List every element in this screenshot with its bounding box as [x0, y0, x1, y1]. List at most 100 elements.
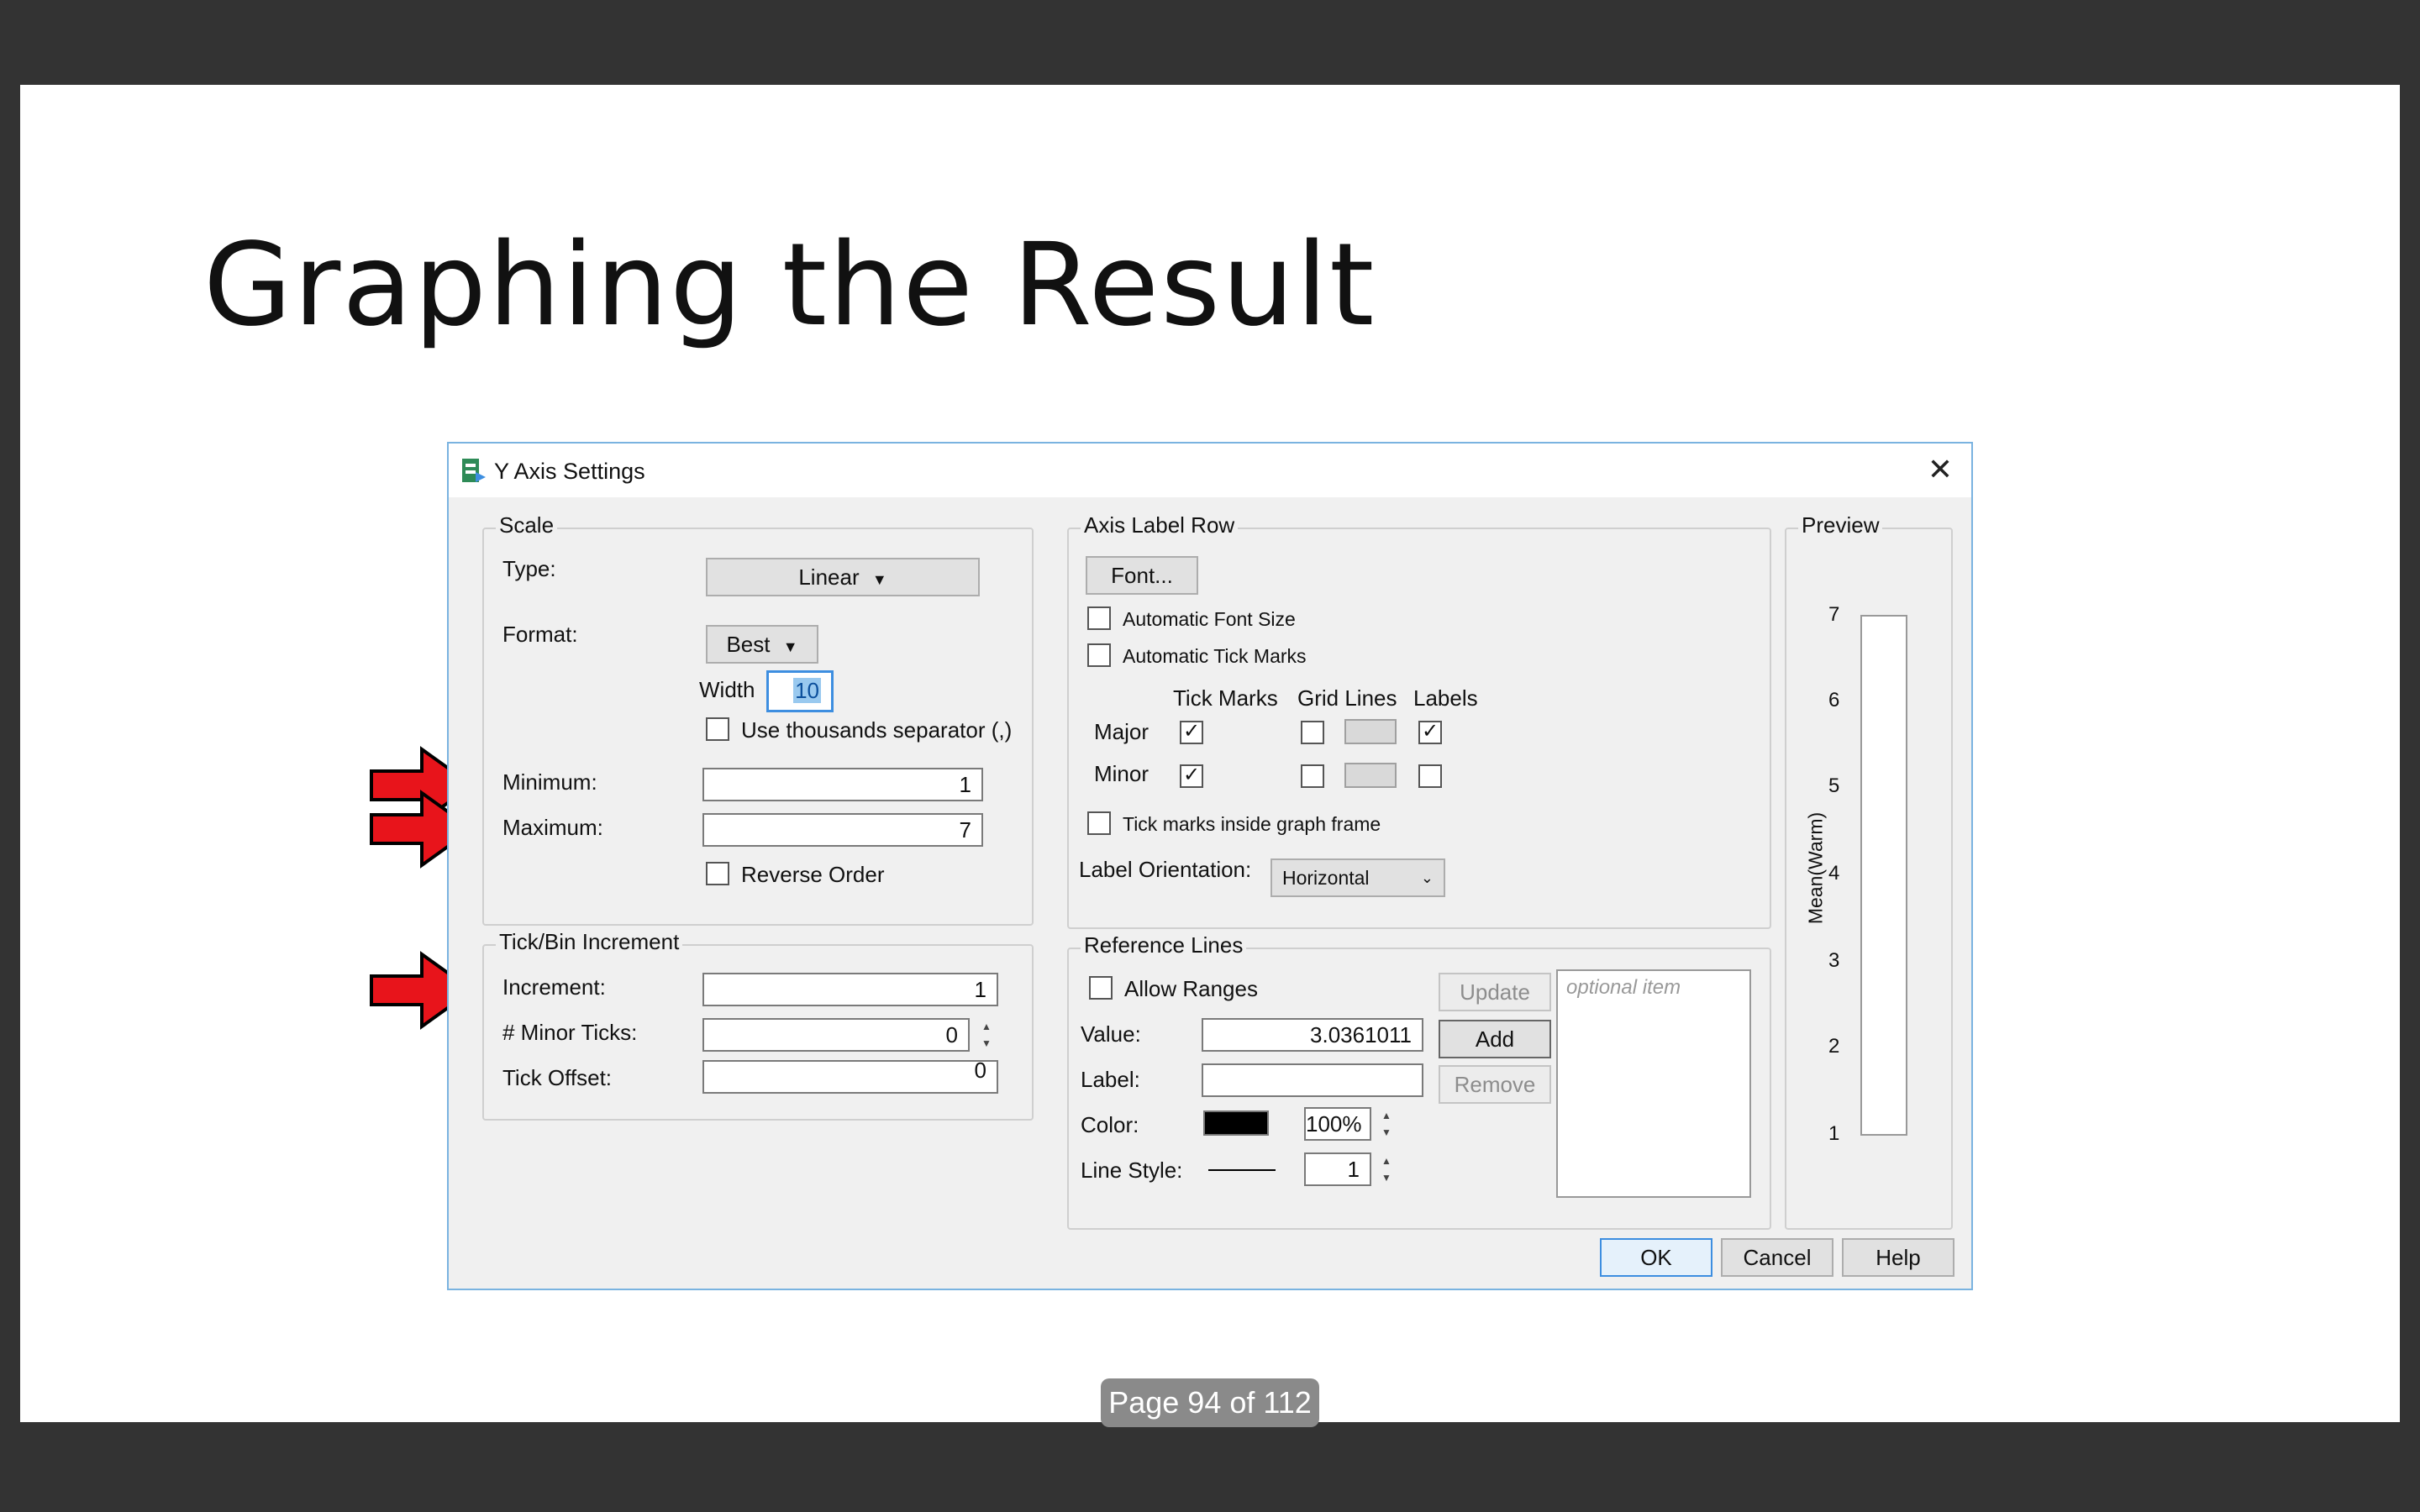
- cancel-button[interactable]: Cancel: [1721, 1238, 1833, 1277]
- auto-font-size-label: Automatic Font Size: [1123, 608, 1296, 630]
- orientation-dropdown[interactable]: Horizontal ⌄: [1270, 858, 1445, 897]
- remove-button[interactable]: Remove: [1439, 1065, 1551, 1104]
- help-button[interactable]: Help: [1842, 1238, 1954, 1277]
- line-style-preview[interactable]: [1208, 1169, 1276, 1171]
- minor-ticks-spinner[interactable]: ▲ ▼: [975, 1018, 998, 1052]
- y-axis-settings-dialog: Y Axis Settings ✕ Scale Type: Linear ▼ F…: [447, 442, 1973, 1290]
- caret-down-icon: ▼: [782, 638, 798, 655]
- col-labels: Labels: [1413, 685, 1478, 711]
- reverse-order-checkbox[interactable]: [706, 862, 729, 885]
- preview-tick-label: 6: [1828, 689, 1840, 711]
- type-label: Type:: [502, 556, 556, 581]
- allow-ranges-label: Allow Ranges: [1124, 976, 1258, 1001]
- ref-line-width-input[interactable]: 1: [1304, 1152, 1371, 1186]
- scale-group: Scale Type: Linear ▼ Format: Best ▼ Widt…: [482, 512, 1034, 926]
- major-tick-checkbox[interactable]: ✓: [1180, 721, 1203, 744]
- tick-inside-label: Tick marks inside graph frame: [1123, 813, 1381, 835]
- ok-button[interactable]: OK: [1600, 1238, 1712, 1277]
- minor-labels-checkbox[interactable]: [1418, 764, 1442, 788]
- spin-down-icon[interactable]: ▼: [975, 1035, 998, 1052]
- auto-tick-marks-checkbox[interactable]: [1087, 643, 1111, 667]
- type-dropdown[interactable]: Linear ▼: [706, 558, 980, 596]
- ref-label-input[interactable]: [1202, 1063, 1423, 1097]
- spin-down-icon[interactable]: ▼: [1375, 1169, 1398, 1186]
- font-button[interactable]: Font...: [1086, 556, 1198, 595]
- tick-bin-group: Tick/Bin Increment Increment: 1 # Minor …: [482, 929, 1034, 1121]
- ref-color-swatch[interactable]: [1203, 1110, 1269, 1136]
- preview-tick-label: 2: [1828, 1035, 1840, 1058]
- list-placeholder: optional item: [1566, 976, 1681, 999]
- minor-tick-checkbox[interactable]: ✓: [1180, 764, 1203, 788]
- increment-input[interactable]: 1: [702, 973, 998, 1006]
- close-icon[interactable]: ✕: [1928, 452, 1953, 487]
- preview-frame: [1860, 615, 1907, 1136]
- orientation-value: Horizontal: [1282, 867, 1370, 889]
- minimum-label: Minimum:: [502, 769, 597, 795]
- spin-up-icon[interactable]: ▲: [975, 1018, 998, 1035]
- width-input[interactable]: 10: [766, 670, 834, 712]
- app-icon: [462, 459, 486, 482]
- preview-group: Preview Mean(Warm) 7 6 5 4 3 2 1: [1785, 512, 1953, 1230]
- preview-tick-label: 5: [1828, 774, 1840, 797]
- width-label: Width: [699, 677, 755, 702]
- tick-bin-legend: Tick/Bin Increment: [496, 929, 683, 955]
- ref-label-label: Label:: [1081, 1067, 1140, 1092]
- increment-label: Increment:: [502, 974, 606, 1000]
- minor-ticks-input[interactable]: 0: [702, 1018, 970, 1052]
- update-button[interactable]: Update: [1439, 973, 1551, 1011]
- ref-opacity-input[interactable]: 100%: [1304, 1107, 1371, 1141]
- slide-title: Graphing the Result: [203, 219, 1376, 352]
- width-value: 10: [793, 678, 821, 703]
- auto-tick-marks-label: Automatic Tick Marks: [1123, 645, 1307, 667]
- ref-color-label: Color:: [1081, 1112, 1139, 1137]
- add-button[interactable]: Add: [1439, 1020, 1551, 1058]
- maximum-input[interactable]: 7: [702, 813, 983, 847]
- orientation-label: Label Orientation:: [1079, 857, 1252, 882]
- chevron-down-icon: ⌄: [1420, 869, 1434, 886]
- minimum-input[interactable]: 1: [702, 768, 983, 801]
- axis-label-row-legend: Axis Label Row: [1081, 512, 1239, 538]
- preview-legend: Preview: [1798, 512, 1883, 538]
- tick-offset-label: Tick Offset:: [502, 1065, 613, 1090]
- preview-tick-label: 3: [1828, 949, 1840, 972]
- ref-value-input[interactable]: 3.0361011: [1202, 1018, 1423, 1052]
- dialog-title: Y Axis Settings: [494, 459, 645, 484]
- page-indicator: Page 94 of 112: [1101, 1378, 1319, 1427]
- type-value: Linear: [798, 564, 860, 590]
- row-minor: Minor: [1094, 761, 1150, 786]
- major-grid-checkbox[interactable]: [1301, 721, 1324, 744]
- auto-font-size-checkbox[interactable]: [1087, 606, 1111, 630]
- thousands-label: Use thousands separator (,): [741, 717, 1013, 743]
- minor-grid-checkbox[interactable]: [1301, 764, 1324, 788]
- spin-up-icon[interactable]: ▲: [1375, 1107, 1398, 1124]
- col-tick-marks: Tick Marks: [1173, 685, 1278, 711]
- maximum-label: Maximum:: [502, 815, 603, 840]
- caret-down-icon: ▼: [871, 571, 887, 588]
- format-label: Format:: [502, 622, 578, 647]
- allow-ranges-checkbox[interactable]: [1089, 976, 1113, 1000]
- dialog-titlebar: Y Axis Settings ✕: [449, 444, 1971, 497]
- tick-offset-input[interactable]: 0: [702, 1059, 998, 1094]
- axis-label-row-group: Axis Label Row Font... Automatic Font Si…: [1067, 512, 1771, 929]
- row-major: Major: [1094, 719, 1150, 744]
- preview-axis-label: Mean(Warm): [1804, 811, 1827, 925]
- minor-grid-color-swatch[interactable]: [1344, 763, 1397, 788]
- ref-value-label: Value:: [1081, 1021, 1141, 1047]
- spin-up-icon[interactable]: ▲: [1375, 1152, 1398, 1169]
- spin-down-icon[interactable]: ▼: [1375, 1124, 1398, 1141]
- format-dropdown[interactable]: Best ▼: [706, 625, 818, 664]
- tick-inside-checkbox[interactable]: [1087, 811, 1111, 835]
- ref-line-style-label: Line Style:: [1081, 1158, 1183, 1183]
- minor-ticks-label: # Minor Ticks:: [502, 1020, 638, 1045]
- reverse-order-label: Reverse Order: [741, 862, 885, 887]
- ref-line-width-spinner[interactable]: ▲ ▼: [1375, 1152, 1398, 1186]
- format-value: Best: [726, 632, 771, 657]
- major-labels-checkbox[interactable]: ✓: [1418, 721, 1442, 744]
- thousands-checkbox[interactable]: [706, 717, 729, 741]
- preview-tick-label: 4: [1828, 862, 1840, 885]
- reference-list-box[interactable]: optional item: [1556, 969, 1751, 1198]
- reference-lines-group: Reference Lines Allow Ranges Value: 3.03…: [1067, 932, 1771, 1230]
- major-grid-color-swatch[interactable]: [1344, 719, 1397, 744]
- ref-opacity-spinner[interactable]: ▲ ▼: [1375, 1107, 1398, 1141]
- reference-lines-legend: Reference Lines: [1081, 932, 1247, 958]
